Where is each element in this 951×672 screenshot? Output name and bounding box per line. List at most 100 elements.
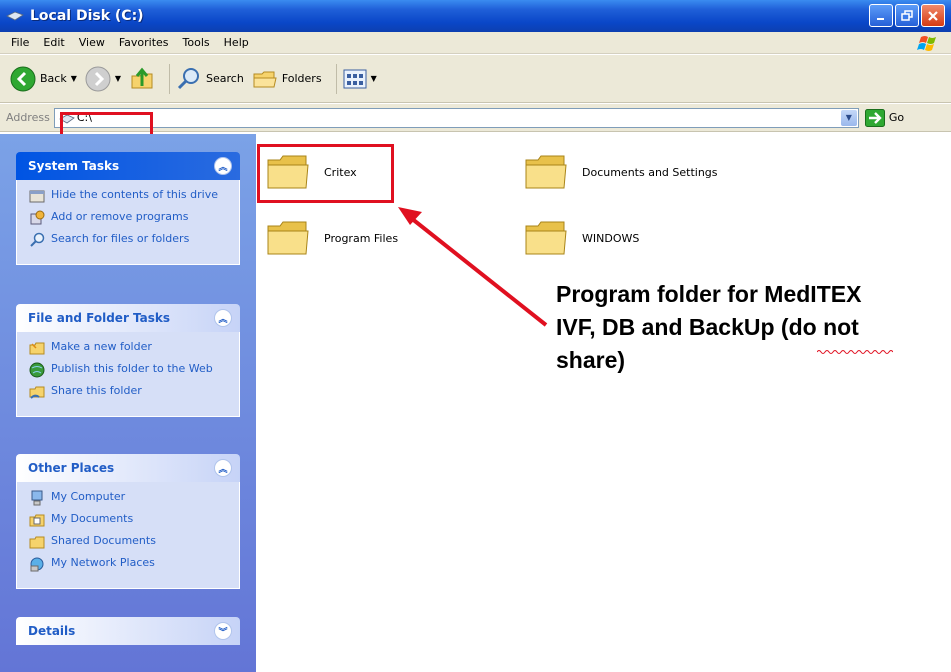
place-my-documents[interactable]: My Documents xyxy=(29,512,229,528)
menu-help[interactable]: Help xyxy=(217,36,256,49)
menu-favorites[interactable]: Favorites xyxy=(112,36,176,49)
task-hide-contents[interactable]: Hide the contents of this drive xyxy=(29,188,229,204)
new-folder-icon xyxy=(29,340,45,356)
forward-dropdown-icon[interactable]: ▼ xyxy=(115,74,121,83)
system-tasks-header[interactable]: System Tasks ︽ xyxy=(16,152,240,180)
forward-button[interactable]: ▼ xyxy=(85,66,121,92)
task-share-folder[interactable]: Share this folder xyxy=(29,384,229,400)
task-label: Add or remove programs xyxy=(51,210,189,223)
network-places-icon xyxy=(29,556,45,572)
task-label: Hide the contents of this drive xyxy=(51,188,218,201)
task-search-files[interactable]: Search for files or folders xyxy=(29,232,229,248)
menu-file[interactable]: File xyxy=(4,36,36,49)
search-icon xyxy=(29,232,45,248)
system-tasks-panel: System Tasks ︽ Hide the contents of this… xyxy=(16,152,240,265)
folder-icon xyxy=(525,155,567,189)
task-add-remove-programs[interactable]: Add or remove programs xyxy=(29,210,229,226)
search-icon xyxy=(177,67,200,89)
back-arrow-icon xyxy=(10,66,36,91)
go-button[interactable]: Go xyxy=(864,108,905,127)
up-folder-icon xyxy=(131,67,153,88)
place-label: My Computer xyxy=(51,490,126,503)
minimize-icon xyxy=(877,17,884,20)
folder-icon xyxy=(525,221,567,255)
task-label: Make a new folder xyxy=(51,340,152,353)
menu-edit[interactable]: Edit xyxy=(36,36,71,49)
back-label: Back xyxy=(40,72,67,85)
expand-chevron-icon[interactable]: ︾ xyxy=(214,622,232,640)
details-header[interactable]: Details ︾ xyxy=(16,617,240,645)
folder-windows[interactable]: WINDOWS xyxy=(524,218,639,258)
search-button[interactable]: Search xyxy=(176,66,244,92)
place-my-computer[interactable]: My Computer xyxy=(29,490,229,506)
task-pane: System Tasks ︽ Hide the contents of this… xyxy=(0,134,256,672)
menu-view[interactable]: View xyxy=(72,36,112,49)
back-button[interactable]: Back ▼ xyxy=(10,66,77,92)
close-button[interactable] xyxy=(921,4,945,27)
publish-web-icon xyxy=(29,362,45,378)
folders-button[interactable]: Folders xyxy=(252,66,322,92)
add-remove-programs-icon xyxy=(29,210,45,226)
folder-label: WINDOWS xyxy=(582,231,640,245)
address-dropdown-icon[interactable]: ▼ xyxy=(840,109,857,126)
go-label: Go xyxy=(888,111,905,124)
my-documents-icon xyxy=(29,512,45,528)
place-network-places[interactable]: My Network Places xyxy=(29,556,229,572)
file-folder-tasks-header[interactable]: File and Folder Tasks ︽ xyxy=(16,304,240,332)
collapse-chevron-icon[interactable]: ︽ xyxy=(214,459,232,477)
folder-label: Documents and Settings xyxy=(582,165,718,179)
other-places-body: My Computer My Documents Shared Document… xyxy=(16,482,240,589)
annotation-line: IVF, DB and BackUp (do not xyxy=(556,314,859,340)
spellcheck-underline xyxy=(817,350,893,354)
go-arrow-icon xyxy=(864,108,885,127)
search-label: Search xyxy=(206,72,244,85)
task-label: Publish this folder to the Web xyxy=(51,362,213,375)
title-bar: Local Disk (C:) xyxy=(0,0,951,32)
maximize-button[interactable] xyxy=(895,4,919,27)
views-dropdown-icon[interactable]: ▼ xyxy=(371,74,377,83)
close-icon xyxy=(928,10,938,21)
other-places-header[interactable]: Other Places ︽ xyxy=(16,454,240,482)
window-title: Local Disk (C:) xyxy=(30,8,144,24)
panel-title: Details xyxy=(28,624,76,638)
restore-icon xyxy=(901,9,913,21)
task-publish-web[interactable]: Publish this folder to the Web xyxy=(29,362,229,378)
folder-label: Program Files xyxy=(324,231,399,245)
place-shared-documents[interactable]: Shared Documents xyxy=(29,534,229,550)
task-make-new-folder[interactable]: Make a new folder xyxy=(29,340,229,356)
collapse-chevron-icon[interactable]: ︽ xyxy=(214,157,232,175)
collapse-chevron-icon[interactable]: ︽ xyxy=(214,309,232,327)
drive-icon xyxy=(6,11,24,21)
place-label: My Documents xyxy=(51,512,134,525)
forward-arrow-icon xyxy=(85,66,111,91)
back-dropdown-icon[interactable]: ▼ xyxy=(71,74,77,83)
address-input[interactable]: C:\ ▼ xyxy=(53,107,859,128)
toolbar: Back ▼ ▼ Search Folders ▼ xyxy=(0,55,951,103)
share-folder-icon xyxy=(29,384,45,400)
folder-program-files[interactable]: Program Files xyxy=(266,218,398,258)
windows-logo-icon xyxy=(917,36,936,51)
task-label: Search for files or folders xyxy=(51,232,190,245)
folder-icon xyxy=(267,221,309,255)
file-folder-tasks-panel: File and Folder Tasks ︽ Make a new folde… xyxy=(16,304,240,417)
annotation-text: Program folder for MedITEX IVF, DB and B… xyxy=(556,278,951,377)
toolbar-separator xyxy=(335,63,337,94)
annotation-line: Program folder for MedITEX xyxy=(556,281,862,307)
toolbar-separator xyxy=(169,63,171,94)
my-computer-icon xyxy=(29,490,45,506)
folder-highlight-box xyxy=(257,144,394,203)
panel-title: File and Folder Tasks xyxy=(28,311,171,325)
folder-documents-and-settings[interactable]: Documents and Settings xyxy=(524,152,718,192)
menu-tools[interactable]: Tools xyxy=(176,36,217,49)
shared-documents-icon xyxy=(29,534,45,550)
minimize-button[interactable] xyxy=(869,4,893,27)
menu-bar: File Edit View Favorites Tools Help xyxy=(0,32,951,54)
details-panel: Details ︾ xyxy=(16,617,240,645)
task-label: Share this folder xyxy=(51,384,142,397)
folders-label: Folders xyxy=(281,72,322,85)
panel-title: System Tasks xyxy=(28,159,120,173)
up-button[interactable] xyxy=(129,66,155,92)
place-label: Shared Documents xyxy=(51,534,156,547)
panel-title: Other Places xyxy=(28,461,115,475)
views-button[interactable]: ▼ xyxy=(343,68,377,90)
